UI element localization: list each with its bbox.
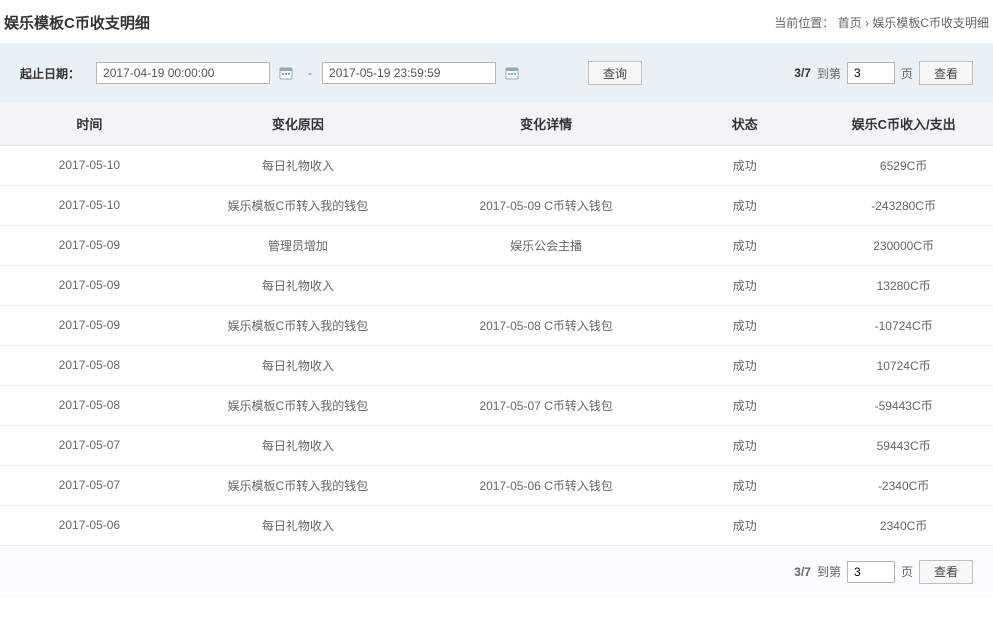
page-to-label: 到第: [817, 65, 841, 82]
cell-time: 2017-05-09: [0, 265, 179, 305]
cell-amount: 230000C币: [814, 225, 993, 265]
start-date-input[interactable]: [96, 62, 270, 84]
cell-amount: -2340C币: [814, 465, 993, 505]
view-button[interactable]: 查看: [919, 61, 973, 85]
cell-time: 2017-05-09: [0, 225, 179, 265]
date-dash: -: [308, 66, 312, 80]
calendar-icon[interactable]: [278, 65, 294, 81]
cell-time: 2017-05-08: [0, 385, 179, 425]
cell-detail: [417, 265, 675, 305]
table-row: 2017-05-07娱乐模板C币转入我的钱包2017-05-06 C币转入钱包成…: [0, 465, 993, 505]
breadcrumb: 当前位置： 首页 › 娱乐模板C币收支明细: [774, 14, 989, 31]
cell-detail: [417, 505, 675, 545]
page-title: 娱乐模板C币收支明细: [4, 12, 150, 33]
col-header-time: 时间: [0, 103, 179, 145]
page-to-label: 到第: [817, 563, 841, 580]
cell-reason: 娱乐模板C币转入我的钱包: [179, 305, 417, 345]
filter-bar: 起止日期： - 查询 3/7 到第 页 查看: [0, 43, 993, 103]
col-header-amount: 娱乐C币收入/支出: [814, 103, 993, 145]
table-row: 2017-05-08每日礼物收入 成功10724C币: [0, 345, 993, 385]
cell-reason: 娱乐模板C币转入我的钱包: [179, 385, 417, 425]
breadcrumb-current: 娱乐模板C币收支明细: [872, 16, 989, 30]
table-row: 2017-05-10娱乐模板C币转入我的钱包2017-05-09 C币转入钱包成…: [0, 185, 993, 225]
cell-amount: -243280C币: [814, 185, 993, 225]
cell-detail: 2017-05-06 C币转入钱包: [417, 465, 675, 505]
page-unit-label: 页: [901, 563, 913, 580]
cell-reason: 每日礼物收入: [179, 345, 417, 385]
cell-time: 2017-05-08: [0, 345, 179, 385]
cell-reason: 管理员增加: [179, 225, 417, 265]
cell-detail: [417, 345, 675, 385]
cell-reason: 娱乐模板C币转入我的钱包: [179, 185, 417, 225]
cell-reason: 娱乐模板C币转入我的钱包: [179, 465, 417, 505]
cell-amount: -10724C币: [814, 305, 993, 345]
cell-time: 2017-05-06: [0, 505, 179, 545]
cell-amount: -59443C币: [814, 385, 993, 425]
cell-detail: [417, 425, 675, 465]
table-header-row: 时间 变化原因 变化详情 状态 娱乐C币收入/支出: [0, 103, 993, 145]
page-header: 娱乐模板C币收支明细 当前位置： 首页 › 娱乐模板C币收支明细: [0, 0, 993, 43]
end-date-input[interactable]: [322, 62, 496, 84]
cell-time: 2017-05-09: [0, 305, 179, 345]
cell-amount: 59443C币: [814, 425, 993, 465]
page-number-input[interactable]: [847, 561, 895, 583]
cell-amount: 10724C币: [814, 345, 993, 385]
cell-reason: 每日礼物收入: [179, 425, 417, 465]
cell-time: 2017-05-07: [0, 465, 179, 505]
breadcrumb-label: 当前位置：: [774, 16, 834, 30]
cell-status: 成功: [675, 465, 814, 505]
cell-amount: 13280C币: [814, 265, 993, 305]
cell-reason: 每日礼物收入: [179, 505, 417, 545]
date-range-label: 起止日期：: [20, 65, 80, 82]
cell-detail: [417, 145, 675, 185]
breadcrumb-home-link[interactable]: 首页: [838, 16, 862, 30]
table-row: 2017-05-06每日礼物收入 成功2340C币: [0, 505, 993, 545]
cell-time: 2017-05-10: [0, 145, 179, 185]
cell-status: 成功: [675, 385, 814, 425]
cell-amount: 6529C币: [814, 145, 993, 185]
cell-status: 成功: [675, 305, 814, 345]
cell-status: 成功: [675, 265, 814, 305]
col-header-reason: 变化原因: [179, 103, 417, 145]
pager-top: 3/7 到第 页 查看: [794, 61, 973, 85]
cell-reason: 每日礼物收入: [179, 145, 417, 185]
cell-detail: 娱乐公会主播: [417, 225, 675, 265]
cell-time: 2017-05-10: [0, 185, 179, 225]
cell-detail: 2017-05-08 C币转入钱包: [417, 305, 675, 345]
cell-detail: 2017-05-07 C币转入钱包: [417, 385, 675, 425]
calendar-icon[interactable]: [504, 65, 520, 81]
cell-time: 2017-05-07: [0, 425, 179, 465]
col-header-status: 状态: [675, 103, 814, 145]
table-row: 2017-05-07每日礼物收入 成功59443C币: [0, 425, 993, 465]
table-row: 2017-05-08娱乐模板C币转入我的钱包2017-05-07 C币转入钱包成…: [0, 385, 993, 425]
col-header-detail: 变化详情: [417, 103, 675, 145]
pager-bottom: 3/7 到第 页 查看: [0, 546, 993, 598]
cell-amount: 2340C币: [814, 505, 993, 545]
transactions-table: 时间 变化原因 变化详情 状态 娱乐C币收入/支出 2017-05-10每日礼物…: [0, 103, 993, 546]
table-row: 2017-05-09管理员增加娱乐公会主播成功230000C币: [0, 225, 993, 265]
cell-reason: 每日礼物收入: [179, 265, 417, 305]
cell-status: 成功: [675, 425, 814, 465]
page-position: 3/7: [794, 565, 811, 579]
cell-status: 成功: [675, 185, 814, 225]
table-row: 2017-05-09娱乐模板C币转入我的钱包2017-05-08 C币转入钱包成…: [0, 305, 993, 345]
page-number-input[interactable]: [847, 62, 895, 84]
cell-status: 成功: [675, 145, 814, 185]
cell-status: 成功: [675, 225, 814, 265]
table-row: 2017-05-10每日礼物收入 成功6529C币: [0, 145, 993, 185]
page-position: 3/7: [794, 66, 811, 80]
cell-detail: 2017-05-09 C币转入钱包: [417, 185, 675, 225]
query-button[interactable]: 查询: [588, 61, 642, 85]
page-unit-label: 页: [901, 65, 913, 82]
view-button[interactable]: 查看: [919, 560, 973, 584]
table-row: 2017-05-09每日礼物收入 成功13280C币: [0, 265, 993, 305]
cell-status: 成功: [675, 505, 814, 545]
cell-status: 成功: [675, 345, 814, 385]
